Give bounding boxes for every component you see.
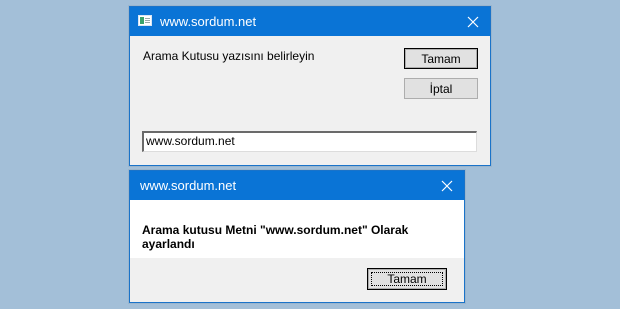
input-dialog-titlebar[interactable]: www.sordum.net (130, 7, 490, 36)
focus-ring (371, 272, 443, 286)
message-dialog: www.sordum.net Arama kutusu Metni "www.s… (129, 170, 465, 303)
app-icon (138, 15, 152, 26)
message-area: Arama kutusu Metni "www.sordum.net" Olar… (130, 200, 464, 258)
message-text: Arama kutusu Metni "www.sordum.net" Olar… (142, 223, 409, 251)
input-dialog-title: www.sordum.net (160, 14, 257, 29)
cancel-button[interactable]: İptal (404, 78, 478, 99)
close-icon[interactable] (430, 171, 464, 200)
prompt-label: Arama Kutusu yazısını belirleyin (143, 49, 315, 63)
input-dialog: www.sordum.net Arama Kutusu yazısını bel… (129, 6, 491, 166)
ok-button[interactable]: Tamam (404, 48, 478, 69)
message-ok-button[interactable]: Tamam (367, 268, 447, 290)
message-dialog-titlebar[interactable]: www.sordum.net (130, 171, 464, 200)
search-text-input[interactable]: www.sordum.net (142, 131, 477, 152)
close-icon[interactable] (456, 7, 490, 36)
message-dialog-title: www.sordum.net (140, 178, 237, 193)
